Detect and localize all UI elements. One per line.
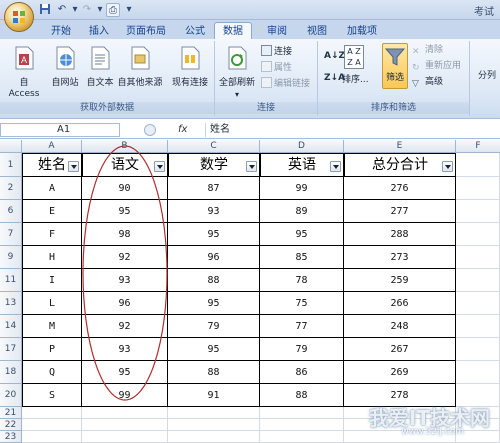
sort-ascending-icon[interactable]: A↓Z xyxy=(324,51,345,61)
redo-icon[interactable]: ↷ xyxy=(80,3,94,17)
quick-access-more-icon[interactable]: ▾ xyxy=(122,3,136,17)
sort-button[interactable]: 排序... xyxy=(342,73,369,87)
text-file-icon xyxy=(91,46,110,70)
function-icon[interactable]: fx xyxy=(178,124,187,135)
office-button[interactable] xyxy=(4,2,34,32)
connections-file-icon xyxy=(181,46,200,70)
clear-icon: ✕ xyxy=(412,47,420,57)
reapply-button[interactable]: ↻ 重新应用 xyxy=(412,59,461,73)
from-access-button[interactable]: A 自 Access xyxy=(4,45,44,100)
expand-icon[interactable] xyxy=(144,124,156,136)
text-to-columns-button[interactable]: 分列 xyxy=(474,71,500,82)
save-icon[interactable] xyxy=(38,3,52,17)
ribbon: A 自 Access 自网站 自文本 自其他来源 现有连接 获取外部数据 全部刷… xyxy=(0,39,500,119)
tab-formulas[interactable]: 公式 xyxy=(176,22,214,39)
advanced-icon: ▽ xyxy=(412,79,419,89)
ribbon-tabs: 开始 插入 页面布局 公式 数据 审阅 视图 加载项 xyxy=(0,20,500,40)
advanced-filter-button[interactable]: ▽ 高级 xyxy=(412,75,443,89)
filter-button[interactable]: 筛选 xyxy=(382,43,408,89)
tab-view[interactable]: 视图 xyxy=(298,22,336,39)
worksheet-grid: A B C D E F 1 2 6 7 9 11 13 14 17 18 20 21 22 23 姓名 语文… xyxy=(0,140,500,443)
tab-insert[interactable]: 插入 xyxy=(80,22,118,39)
title-bar: ↶ ▾ ↷ ▾ ⎙ ▾ 考试 xyxy=(0,0,500,20)
from-other-sources-button[interactable]: 自其他来源 xyxy=(116,45,164,89)
tab-data[interactable]: 数据 xyxy=(214,22,252,40)
access-icon: A xyxy=(15,46,34,70)
chevron-down-icon: ▾ xyxy=(234,90,239,99)
from-text-button[interactable]: 自文本 xyxy=(84,45,116,89)
group-label-connections: 连接 xyxy=(215,102,317,114)
name-box[interactable]: A1 xyxy=(0,123,120,137)
window-title: 考试 xyxy=(474,7,494,18)
group-label-sort-filter: 排序和筛选 xyxy=(318,102,469,114)
redo-dropdown-icon[interactable]: ▾ xyxy=(93,3,107,17)
edit-links-button[interactable]: 编辑链接 xyxy=(261,77,310,91)
link-icon xyxy=(261,45,272,56)
watermark-url: www.52ij.com xyxy=(401,427,464,437)
customize-icon[interactable]: ⎙ xyxy=(106,3,120,17)
clear-filter-button[interactable]: ✕ 清除 xyxy=(412,43,443,57)
formula-input[interactable]: 姓名 xyxy=(205,123,500,137)
reapply-icon: ↻ xyxy=(412,63,420,73)
formula-bar: A1 fx 姓名 xyxy=(0,121,500,139)
svg-text:A: A xyxy=(21,55,27,65)
undo-icon[interactable]: ↶ xyxy=(55,3,69,17)
refresh-icon xyxy=(228,46,247,70)
group-data-tools: 分列 xyxy=(470,41,500,116)
refresh-all-button[interactable]: 全部刷新 ▾ xyxy=(217,45,257,100)
properties-icon xyxy=(261,61,272,72)
group-connections: 全部刷新 ▾ 连接 属性 编辑链接 连接 xyxy=(215,41,318,116)
tab-addins[interactable]: 加载项 xyxy=(338,22,386,39)
other-sources-icon xyxy=(131,46,150,70)
tab-review[interactable]: 审阅 xyxy=(258,22,296,39)
tab-home[interactable]: 开始 xyxy=(42,22,80,39)
properties-button[interactable]: 属性 xyxy=(261,61,292,75)
connections-button[interactable]: 连接 xyxy=(261,45,292,59)
web-icon xyxy=(56,46,75,70)
from-web-button[interactable]: 自网站 xyxy=(48,45,82,89)
group-label-external: 获取外部数据 xyxy=(0,102,214,114)
office-logo-icon xyxy=(13,11,25,23)
group-external-data: A 自 Access 自网站 自文本 自其他来源 现有连接 获取外部数据 xyxy=(0,41,215,116)
edit-links-icon xyxy=(261,77,272,88)
funnel-icon xyxy=(384,48,406,66)
annotation-ellipse xyxy=(82,145,168,401)
existing-connections-button[interactable]: 现有连接 xyxy=(168,45,212,89)
sort-dialog-icon: A ZZ A xyxy=(344,45,364,69)
tab-page-layout[interactable]: 页面布局 xyxy=(117,22,175,39)
